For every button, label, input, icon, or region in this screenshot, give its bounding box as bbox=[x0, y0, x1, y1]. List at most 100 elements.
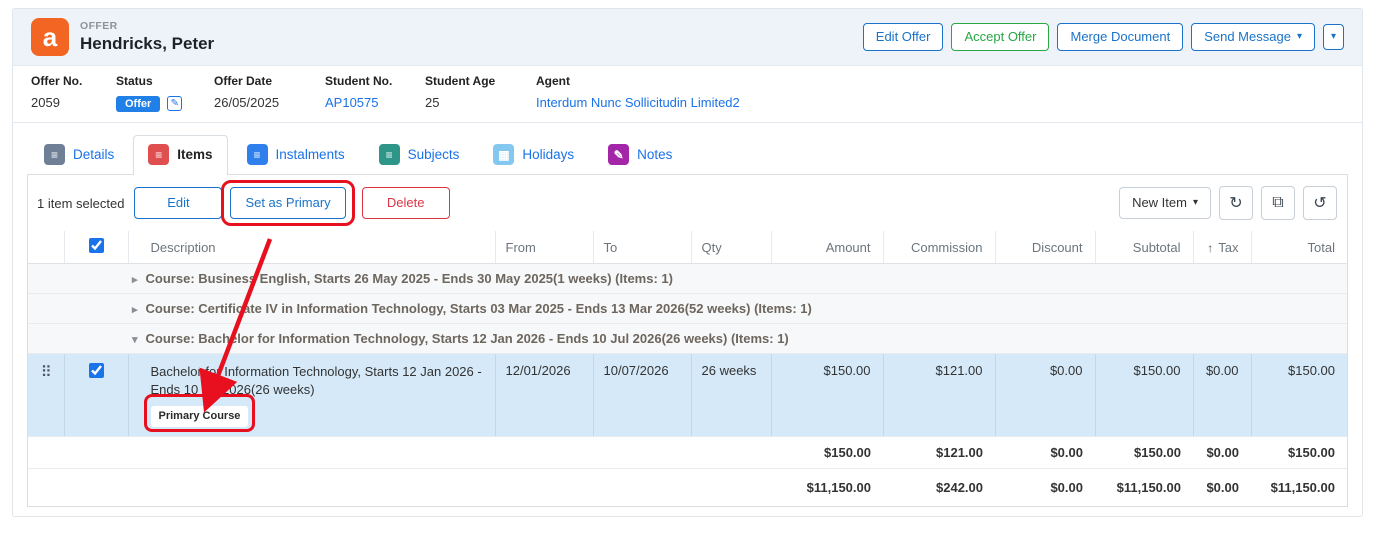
instalments-tab-icon: ≡ bbox=[247, 144, 268, 165]
notes-tab-icon: ✎ bbox=[608, 144, 629, 165]
tab-items[interactable]: ≡ Items bbox=[133, 135, 227, 174]
refresh-button[interactable]: ↻ bbox=[1219, 186, 1253, 220]
merge-document-button[interactable]: Merge Document bbox=[1057, 23, 1183, 52]
group-expanded-caret-icon[interactable]: ▾ bbox=[132, 334, 138, 346]
student-no-field: Student No. AP10575 bbox=[325, 74, 425, 114]
page-header: a OFFER Hendricks, Peter Edit Offer Acce… bbox=[13, 9, 1362, 66]
column-tax[interactable]: ↑Tax bbox=[1193, 231, 1251, 264]
column-discount[interactable]: Discount bbox=[995, 231, 1095, 264]
details-tab-icon: ≡ bbox=[44, 144, 65, 165]
copy-button[interactable]: ⧉ bbox=[1261, 186, 1295, 220]
tab-instalments[interactable]: ≡ Instalments bbox=[232, 135, 360, 174]
status-badge: Offer bbox=[116, 96, 160, 112]
status-edit-icon[interactable]: ✎ bbox=[167, 96, 182, 111]
agent-field: Agent Interdum Nunc Sollicitudin Limited… bbox=[536, 74, 1344, 114]
tab-subjects[interactable]: ≡ Subjects bbox=[364, 135, 475, 174]
student-age-label: Student Age bbox=[425, 74, 526, 88]
group-label: Course: Business English, Starts 26 May … bbox=[146, 271, 673, 286]
agent-label: Agent bbox=[536, 74, 1334, 88]
tab-bar: ≡ Details ≡ Items ≡ Instalments ≡ Subjec… bbox=[27, 135, 1348, 175]
offer-no-field: Offer No. 2059 bbox=[31, 74, 116, 114]
group-row-business-english[interactable]: ▸ Course: Business English, Starts 26 May… bbox=[28, 264, 1347, 294]
delete-button[interactable]: Delete bbox=[362, 187, 450, 220]
page-title: Hendricks, Peter bbox=[80, 34, 214, 54]
group-collapsed-caret-icon[interactable]: ▸ bbox=[132, 304, 138, 316]
group-row-certificate-iv[interactable]: ▸Course: Certificate IV in Information T… bbox=[28, 294, 1347, 324]
subjects-tab-icon: ≡ bbox=[379, 144, 400, 165]
offer-date-value: 26/05/2025 bbox=[214, 95, 315, 110]
history-button[interactable]: ↺ bbox=[1303, 186, 1337, 220]
agent-link[interactable]: Interdum Nunc Sollicitudin Limited2 bbox=[536, 95, 740, 110]
offer-no-value: 2059 bbox=[31, 95, 106, 110]
item-subtotal: $150.00 bbox=[1095, 354, 1193, 437]
select-all-checkbox[interactable] bbox=[89, 238, 104, 253]
tab-details[interactable]: ≡ Details bbox=[29, 135, 129, 174]
items-tab-icon: ≡ bbox=[148, 144, 169, 165]
drag-handle[interactable]: ⠿ bbox=[28, 354, 64, 437]
row-checkbox[interactable] bbox=[89, 363, 104, 378]
new-item-button[interactable]: New Item▾ bbox=[1119, 187, 1211, 220]
tab-instalments-label: Instalments bbox=[276, 147, 345, 162]
column-qty[interactable]: Qty bbox=[691, 231, 771, 264]
chevron-down-icon: ▾ bbox=[1297, 31, 1302, 43]
item-total: $150.00 bbox=[1251, 354, 1347, 437]
table-header-row: Description From To Qty Amount Commissio… bbox=[28, 231, 1347, 264]
student-no-label: Student No. bbox=[325, 74, 415, 88]
item-commission: $121.00 bbox=[883, 354, 995, 437]
grand-total-tax: $0.00 bbox=[1193, 469, 1251, 507]
app-logo: a bbox=[31, 18, 69, 56]
group-subtotal-total: $150.00 bbox=[1251, 437, 1347, 469]
column-description[interactable]: Description bbox=[128, 231, 495, 264]
send-message-button[interactable]: Send Message▾ bbox=[1191, 23, 1315, 52]
group-label: Course: Bachelor for Information Technol… bbox=[146, 331, 789, 346]
offer-date-field: Offer Date 26/05/2025 bbox=[214, 74, 325, 114]
edit-button[interactable]: Edit bbox=[134, 187, 222, 220]
history-icon: ↺ bbox=[1313, 193, 1326, 213]
item-from: 12/01/2026 bbox=[495, 354, 593, 437]
group-subtotal-amount: $150.00 bbox=[771, 437, 883, 469]
chevron-down-icon: ▾ bbox=[1193, 197, 1198, 209]
tab-notes-label: Notes bbox=[637, 147, 672, 162]
column-commission[interactable]: Commission bbox=[883, 231, 995, 264]
column-total[interactable]: Total bbox=[1251, 231, 1347, 264]
accept-offer-button[interactable]: Accept Offer bbox=[951, 23, 1049, 52]
column-amount[interactable]: Amount bbox=[771, 231, 883, 264]
items-table: Description From To Qty Amount Commissio… bbox=[28, 231, 1347, 506]
edit-offer-button[interactable]: Edit Offer bbox=[863, 23, 944, 52]
column-to[interactable]: To bbox=[593, 231, 691, 264]
column-subtotal[interactable]: Subtotal bbox=[1095, 231, 1193, 264]
tab-subjects-label: Subjects bbox=[408, 147, 460, 162]
group-subtotal-tax: $0.00 bbox=[1193, 437, 1251, 469]
chevron-down-icon: ▾ bbox=[1331, 31, 1336, 43]
offer-page: a OFFER Hendricks, Peter Edit Offer Acce… bbox=[12, 8, 1363, 517]
grand-total-row: $11,150.00 $242.00 $0.00 $11,150.00 $0.0… bbox=[28, 469, 1347, 507]
items-toolbar: 1 item selected Edit Set as Primary Dele… bbox=[28, 175, 1347, 231]
student-no-link[interactable]: AP10575 bbox=[325, 95, 379, 110]
tab-details-label: Details bbox=[73, 147, 114, 162]
column-from[interactable]: From bbox=[495, 231, 593, 264]
tab-notes[interactable]: ✎ Notes bbox=[593, 135, 687, 174]
item-tax: $0.00 bbox=[1193, 354, 1251, 437]
toolbar-right: New Item▾ ↻ ⧉ ↺ bbox=[1119, 186, 1337, 220]
copy-icon: ⧉ bbox=[1272, 194, 1283, 212]
group-subtotal-row: $150.00 $121.00 $0.00 $150.00 $0.00 $150… bbox=[28, 437, 1347, 469]
tab-holidays[interactable]: ▦ Holidays bbox=[478, 135, 589, 174]
group-row-bachelor[interactable]: ▾ Course: Bachelor for Information Techno… bbox=[28, 324, 1347, 354]
offer-no-label: Offer No. bbox=[31, 74, 106, 88]
set-as-primary-button[interactable]: Set as Primary bbox=[230, 187, 345, 220]
items-panel: 1 item selected Edit Set as Primary Dele… bbox=[27, 175, 1348, 507]
offer-info-bar: Offer No. 2059 Status Offer✎ Offer Date … bbox=[13, 66, 1362, 123]
grand-total-subtotal: $11,150.00 bbox=[1095, 469, 1193, 507]
more-actions-button[interactable]: ▾ bbox=[1323, 24, 1344, 50]
holidays-tab-icon: ▦ bbox=[493, 144, 514, 165]
primary-course-badge: Primary Course bbox=[151, 406, 249, 427]
drag-handle-column-header bbox=[28, 231, 64, 264]
item-discount: $0.00 bbox=[995, 354, 1095, 437]
selection-count: 1 item selected bbox=[37, 196, 124, 211]
group-subtotal-commission: $121.00 bbox=[883, 437, 995, 469]
header-text: OFFER Hendricks, Peter bbox=[80, 20, 214, 54]
item-row-bachelor[interactable]: ⠿ Bachelor for Information Technology, S… bbox=[28, 354, 1347, 437]
refresh-icon: ↻ bbox=[1229, 193, 1242, 213]
offer-date-label: Offer Date bbox=[214, 74, 315, 88]
group-collapsed-caret-icon[interactable]: ▸ bbox=[132, 274, 138, 286]
